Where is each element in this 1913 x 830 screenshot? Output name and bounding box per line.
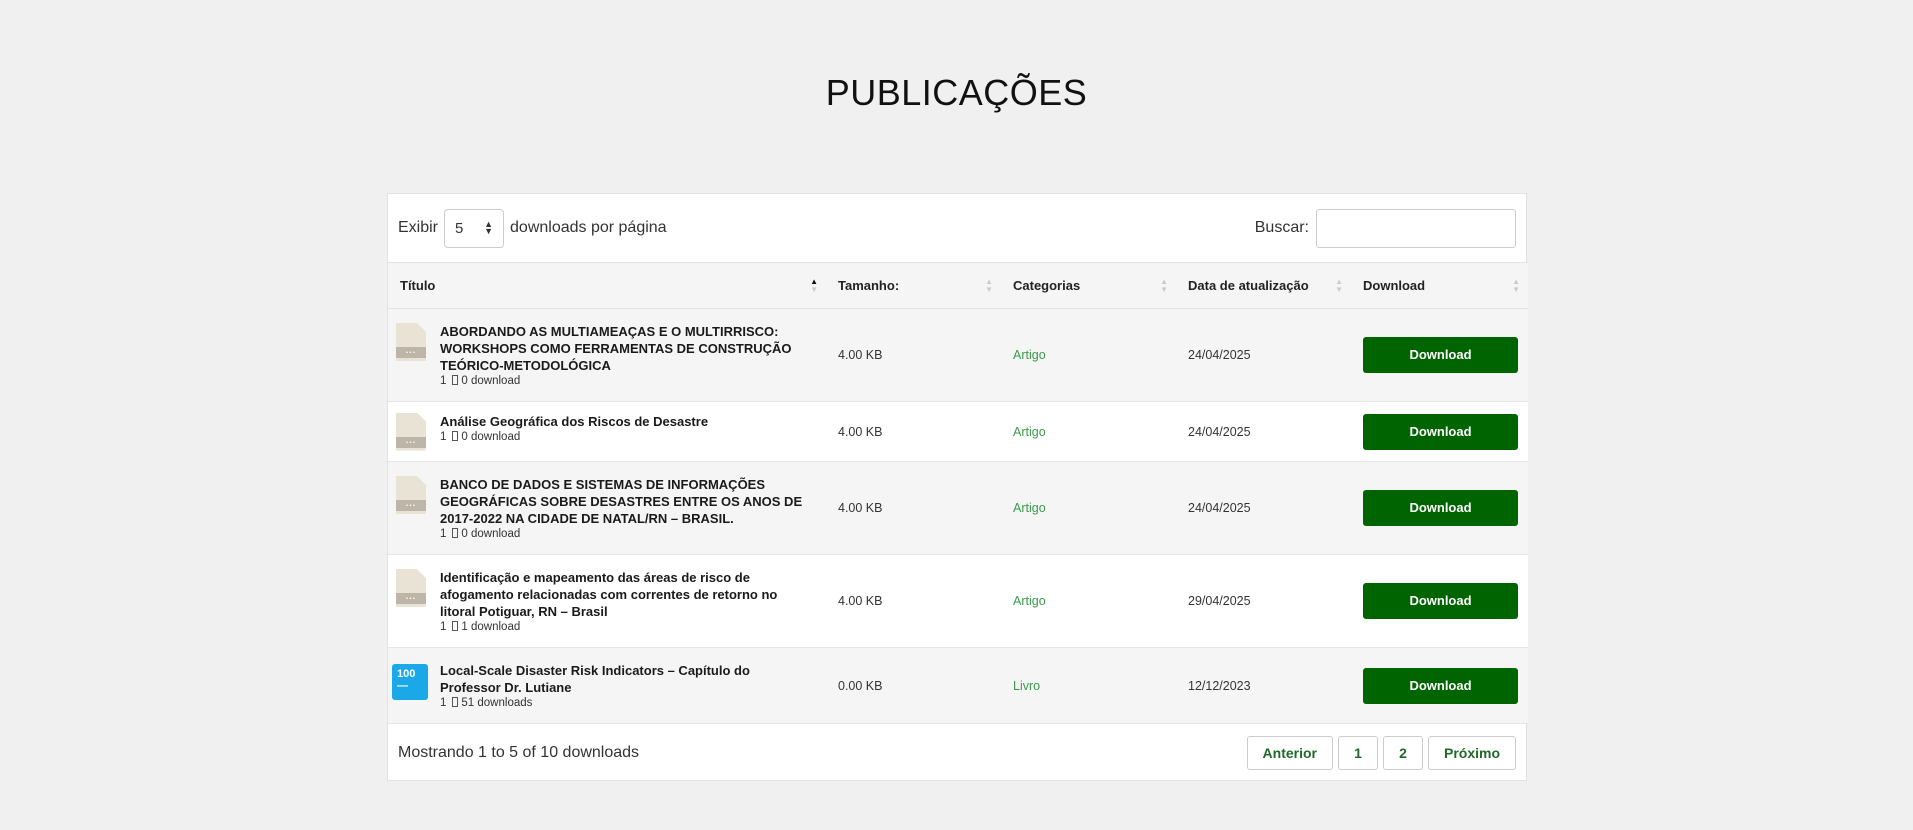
- search-input[interactable]: [1316, 208, 1516, 248]
- download-button[interactable]: Download: [1363, 490, 1518, 526]
- download-count-icon: [452, 621, 459, 631]
- publication-meta: 10 download: [440, 430, 521, 443]
- category-link[interactable]: Livro: [1001, 647, 1176, 724]
- column-header-title[interactable]: Título ▲ ▼: [388, 262, 826, 309]
- publication-meta: 11 download: [440, 621, 521, 633]
- download-count-icon: [452, 528, 459, 538]
- table-footer: Mostrando 1 to 5 of 10 downloads Anterio…: [388, 724, 1526, 782]
- updated-date: 29/04/2025: [1176, 554, 1351, 648]
- download-button[interactable]: Download: [1363, 583, 1518, 619]
- page-length-value: 5: [455, 219, 464, 237]
- pagination-previous[interactable]: Anterior: [1246, 736, 1333, 770]
- file-icon: ...: [396, 412, 426, 451]
- table-row: ... Identificação e mapeamento das áreas…: [388, 554, 1528, 648]
- file-size: 4.00 KB: [826, 401, 1001, 462]
- column-header-size[interactable]: Tamanho: ▲ ▼: [826, 262, 1001, 309]
- publication-title[interactable]: ABORDANDO AS MULTIAMEAÇAS E O MULTIRRISC…: [440, 323, 814, 374]
- sort-asc-icon: ▲ ▼: [810, 276, 818, 294]
- file-size: 0.00 KB: [826, 647, 1001, 724]
- pagination-page-1[interactable]: 1: [1337, 736, 1378, 770]
- page-length-select[interactable]: 5 ▲ ▼: [444, 208, 505, 248]
- sort-icon: ▲ ▼: [1160, 276, 1168, 294]
- per-page-label: downloads por página: [510, 219, 667, 236]
- file-size: 4.00 KB: [826, 461, 1001, 555]
- file-size: 4.00 KB: [826, 308, 1001, 402]
- file-icon: ...: [396, 569, 426, 607]
- search-label: Buscar:: [1254, 219, 1309, 236]
- sort-icon: ▲ ▼: [985, 276, 993, 294]
- publication-title[interactable]: Identificação e mapeamento das áreas de …: [440, 569, 814, 620]
- column-header-category[interactable]: Categorias ▲ ▼: [1001, 262, 1176, 309]
- download-count-icon: [452, 375, 459, 385]
- download-button[interactable]: Download: [1363, 337, 1518, 373]
- column-header-date[interactable]: Data de atualização ▲ ▼: [1176, 262, 1351, 309]
- table-info: Mostrando 1 to 5 of 10 downloads: [398, 744, 640, 761]
- updated-date: 24/04/2025: [1176, 308, 1351, 402]
- select-arrows-icon: ▲ ▼: [484, 219, 494, 236]
- page-title: PUBLICAÇÕES: [825, 72, 1088, 113]
- download-count-icon: [452, 697, 459, 707]
- publication-meta: 10 download: [440, 375, 521, 387]
- table-controls: Exibir 5 ▲ ▼ downloads por página Buscar:: [388, 194, 1526, 262]
- updated-date: 24/04/2025: [1176, 401, 1351, 462]
- file-size: 4.00 KB: [826, 554, 1001, 648]
- badge-thumbnail-icon: 100—: [392, 664, 428, 700]
- sort-icon: ▲ ▼: [1512, 276, 1520, 294]
- downloads-table-panel: Exibir 5 ▲ ▼ downloads por página Buscar:…: [387, 193, 1528, 782]
- table-row: ... Análise Geográfica dos Riscos de Des…: [388, 401, 1528, 462]
- updated-date: 12/12/2023: [1176, 647, 1351, 724]
- pagination-page-2[interactable]: 2: [1382, 736, 1423, 770]
- search-control: Buscar:: [1254, 208, 1516, 248]
- table-row: 100— Local-Scale Disaster Risk Indicator…: [388, 647, 1528, 724]
- download-button[interactable]: Download: [1363, 667, 1518, 704]
- file-icon: ...: [396, 323, 426, 361]
- table-row: ... ABORDANDO AS MULTIAMEAÇAS E O MULTIR…: [388, 308, 1528, 402]
- category-link[interactable]: Artigo: [1001, 461, 1176, 555]
- publication-title[interactable]: BANCO DE DADOS E SISTEMAS DE INFORMAÇÕES…: [440, 476, 814, 527]
- downloads-table: Título ▲ ▼ Tamanho: ▲ ▼ Categorias ▲ ▼ Data de…: [388, 262, 1528, 724]
- column-header-download[interactable]: Download ▲ ▼: [1351, 262, 1528, 309]
- updated-date: 24/04/2025: [1176, 461, 1351, 555]
- table-header-row: Título ▲ ▼ Tamanho: ▲ ▼ Categorias ▲ ▼ Data de…: [388, 262, 1528, 309]
- table-row: ... BANCO DE DADOS E SISTEMAS DE INFORMA…: [388, 461, 1528, 555]
- file-icon: ...: [396, 476, 426, 514]
- pagination-next[interactable]: Próximo: [1427, 736, 1516, 770]
- category-link[interactable]: Artigo: [1001, 401, 1176, 462]
- show-label: Exibir: [398, 219, 439, 236]
- category-link[interactable]: Artigo: [1001, 308, 1176, 402]
- publication-meta: 10 download: [440, 528, 521, 540]
- download-button[interactable]: Download: [1363, 413, 1518, 450]
- publication-meta: 1 51 downloads: [440, 697, 533, 709]
- download-count-icon: [452, 430, 459, 441]
- sort-icon: ▲ ▼: [1335, 276, 1343, 294]
- publication-title[interactable]: Local-Scale Disaster Risk Indicators – C…: [440, 662, 814, 696]
- publication-title[interactable]: Análise Geográfica dos Riscos de Desastr…: [440, 413, 814, 430]
- category-link[interactable]: Artigo: [1001, 554, 1176, 648]
- page-length-control: Exibir 5 ▲ ▼ downloads por página: [398, 208, 667, 248]
- pagination: Anterior 1 2 Próximo: [1246, 736, 1516, 770]
